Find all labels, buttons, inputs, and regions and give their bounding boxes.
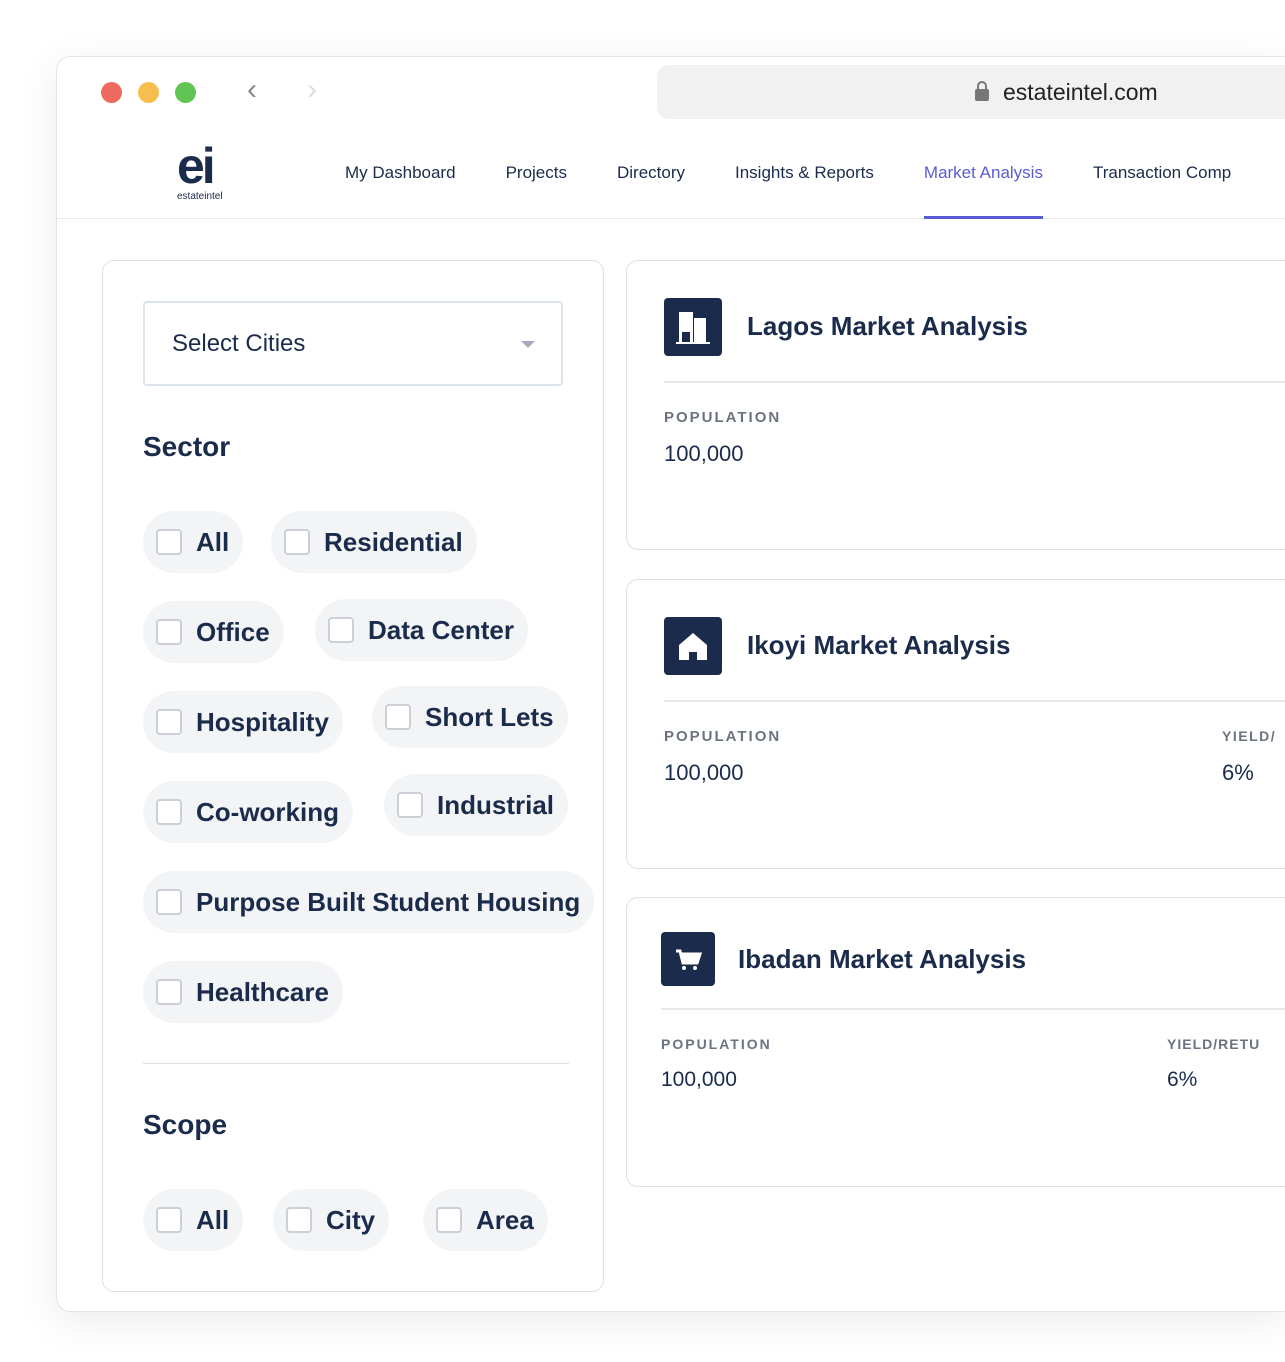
filter-panel: Select Cities Sector All Residential Off…	[102, 260, 604, 1292]
chip-label: Purpose Built Student Housing	[196, 886, 581, 917]
yield-label: YIELD/	[1222, 728, 1277, 744]
scope-heading: Scope	[143, 1109, 228, 1140]
logo[interactable]: ei estateintel	[177, 141, 237, 202]
lock-icon	[975, 81, 989, 101]
select-cities-dropdown[interactable]: Select Cities	[143, 301, 563, 386]
nav-directory[interactable]: Directory	[617, 163, 685, 219]
divider	[664, 381, 1285, 383]
card-title: Ibadan Market Analysis	[738, 944, 1027, 974]
site-header: ei estateintel My Dashboard Projects Dir…	[57, 137, 1285, 219]
chip-label: City	[326, 1204, 376, 1235]
divider	[664, 700, 1285, 702]
sector-chip-pbsh[interactable]: Purpose Built Student Housing	[143, 871, 595, 933]
checkbox[interactable]	[156, 979, 182, 1005]
sector-chip-office[interactable]: Office	[143, 601, 284, 663]
checkbox[interactable]	[284, 529, 310, 555]
yield-label: YIELD/RETU	[1167, 1036, 1261, 1052]
scope-chip-area[interactable]: Area	[423, 1189, 548, 1251]
market-card-lagos[interactable]: Lagos Market Analysis POPULATION 100,000	[626, 260, 1285, 550]
population-value: 100,000	[664, 760, 744, 785]
browser-window: ‹ › estateintel.com ei estateintel My Da…	[56, 56, 1285, 1312]
scope-chip-city[interactable]: City	[273, 1189, 390, 1251]
forward-arrow-icon[interactable]: ›	[307, 73, 317, 107]
sector-chip-data-center[interactable]: Data Center	[315, 599, 528, 661]
chevron-down-icon	[521, 341, 535, 348]
sector-chip-short-lets[interactable]: Short Lets	[372, 686, 568, 748]
card-title: Ikoyi Market Analysis	[747, 630, 1011, 660]
checkbox[interactable]	[286, 1207, 312, 1233]
building-icon	[664, 298, 722, 356]
close-window-button[interactable]	[101, 82, 122, 103]
yield-value: 6%	[1222, 760, 1254, 785]
market-card-ibadan[interactable]: Ibadan Market Analysis POPULATION 100,00…	[626, 897, 1285, 1187]
checkbox[interactable]	[436, 1207, 462, 1233]
sector-heading: Sector	[143, 431, 231, 462]
url-text: estateintel.com	[1003, 78, 1158, 105]
chip-label: Hospitality	[196, 706, 329, 737]
population-label: POPULATION	[661, 1036, 772, 1052]
minimize-window-button[interactable]	[138, 82, 159, 103]
chip-label: Residential	[324, 526, 463, 557]
logo-mark: ei	[177, 138, 216, 194]
chip-label: Co-working	[196, 796, 339, 827]
nav-insights-reports[interactable]: Insights & Reports	[735, 163, 874, 219]
main-nav: My Dashboard Projects Directory Insights…	[345, 163, 1231, 219]
select-cities-placeholder: Select Cities	[172, 329, 306, 357]
checkbox[interactable]	[385, 704, 411, 730]
chip-label: Short Lets	[425, 701, 554, 732]
yield-value: 6%	[1167, 1068, 1198, 1091]
logo-text: estateintel	[177, 191, 223, 202]
population-value: 100,000	[661, 1068, 737, 1091]
divider	[661, 1008, 1285, 1010]
back-arrow-icon[interactable]: ‹	[247, 73, 257, 107]
market-card-ikoyi[interactable]: Ikoyi Market Analysis POPULATION 100,000…	[626, 579, 1285, 869]
checkbox[interactable]	[156, 889, 182, 915]
card-title: Lagos Market Analysis	[747, 311, 1028, 341]
sector-chip-co-working[interactable]: Co-working	[143, 781, 353, 843]
scope-chip-all[interactable]: All	[143, 1189, 244, 1251]
population-label: POPULATION	[664, 728, 782, 745]
chip-label: Healthcare	[196, 976, 329, 1007]
sector-chip-all[interactable]: All	[143, 511, 244, 573]
population-value: 100,000	[664, 441, 744, 466]
checkbox[interactable]	[328, 617, 354, 643]
nav-market-analysis[interactable]: Market Analysis	[923, 163, 1044, 219]
chip-label: Data Center	[368, 614, 514, 645]
checkbox[interactable]	[397, 792, 423, 818]
sector-chip-hospitality[interactable]: Hospitality	[143, 691, 343, 753]
sector-chip-industrial[interactable]: Industrial	[384, 774, 569, 836]
chip-label: All	[196, 1204, 230, 1235]
checkbox[interactable]	[156, 619, 182, 645]
cart-icon	[661, 932, 715, 986]
chip-label: Industrial	[437, 789, 555, 820]
chip-label: All	[196, 526, 230, 557]
nav-my-dashboard[interactable]: My Dashboard	[345, 163, 456, 219]
chip-label: Office	[196, 616, 270, 647]
divider	[143, 1063, 569, 1064]
maximize-window-button[interactable]	[175, 82, 196, 103]
population-label: POPULATION	[664, 409, 782, 426]
address-bar[interactable]: estateintel.com	[657, 65, 1285, 119]
checkbox[interactable]	[156, 709, 182, 735]
sector-chip-healthcare[interactable]: Healthcare	[143, 961, 343, 1023]
checkbox[interactable]	[156, 529, 182, 555]
checkbox[interactable]	[156, 799, 182, 825]
chip-label: Area	[476, 1204, 534, 1235]
checkbox[interactable]	[156, 1207, 182, 1233]
nav-transaction-comps[interactable]: Transaction Comp	[1093, 163, 1231, 219]
sector-chip-residential[interactable]: Residential	[271, 511, 477, 573]
nav-projects[interactable]: Projects	[506, 163, 567, 219]
house-icon	[664, 617, 722, 675]
